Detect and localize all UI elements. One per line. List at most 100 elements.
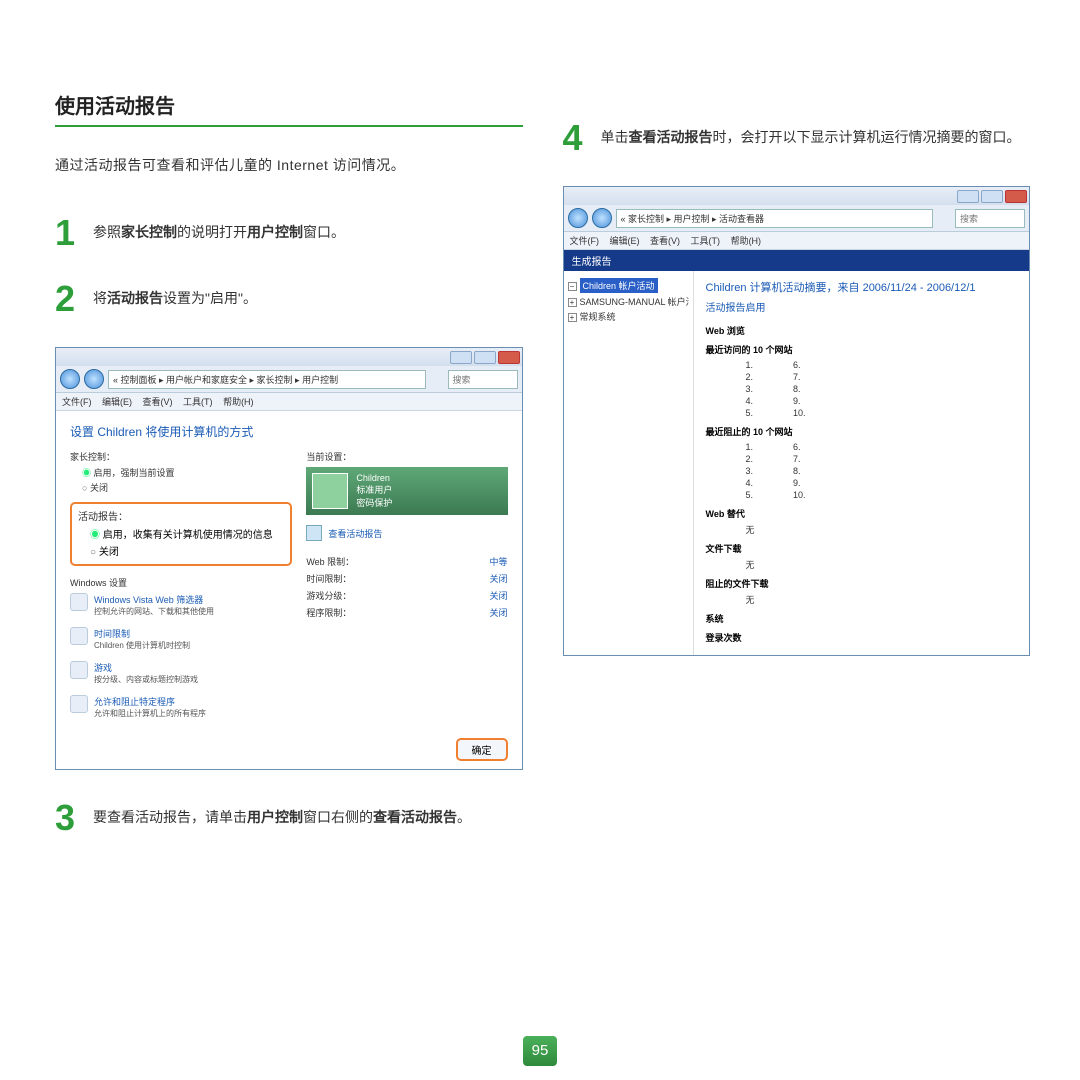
activity-report-label: 活动报告：: [78, 508, 284, 523]
current-settings-label: 当前设置：: [306, 450, 507, 463]
minimize-button[interactable]: [450, 351, 472, 364]
tree-node[interactable]: −Children 帐户活动: [568, 277, 689, 294]
menu-bar: 文件(F) 编辑(E) 查看(V) 工具(T) 帮助(H): [564, 232, 1030, 250]
game-rating-label: 游戏分级：: [306, 589, 351, 602]
nav-bar: « 家长控制 ▸ 用户控制 ▸ 活动查看器 搜索: [564, 205, 1030, 232]
menu-edit[interactable]: 编辑(E): [102, 397, 132, 407]
radio-parental-off[interactable]: 关闭: [82, 481, 292, 494]
user-type: 标准用户: [356, 483, 392, 496]
maximize-button[interactable]: [981, 190, 1003, 203]
close-button[interactable]: [498, 351, 520, 364]
user-controls-window: « 控制面板 ▸ 用户帐户和家庭安全 ▸ 家长控制 ▸ 用户控制 搜索 文件(F…: [55, 347, 523, 770]
none-label: 无: [706, 593, 1018, 606]
program-restrict-label: 程序限制：: [306, 606, 351, 619]
system-section: 系统: [706, 612, 1018, 625]
menu-view[interactable]: 查看(V): [650, 236, 680, 246]
report-title: Children 计算机活动摘要，来自 2006/11/24 - 2006/12…: [706, 279, 1018, 295]
games-link[interactable]: 游戏按分级、内容或标题控制游戏: [70, 661, 292, 685]
tree-node[interactable]: +SAMSUNG-MANUAL 帐户活动: [568, 294, 689, 309]
web-restrict-label: Web 限制：: [306, 555, 354, 568]
blocked-downloads-section: 阻止的文件下载: [706, 577, 1018, 590]
blocked-sites-section: 最近阻止的 10 个网站: [706, 425, 1018, 438]
program-restrict-value[interactable]: 关闭: [489, 606, 507, 619]
web-restrict-value[interactable]: 中等: [489, 555, 507, 568]
radio-report-on[interactable]: 启用，收集有关计算机使用情况的信息: [90, 526, 284, 541]
forward-button[interactable]: [592, 208, 612, 228]
parental-control-label: 家长控制：: [70, 450, 292, 463]
blocked-sites-list: 1. 2. 3. 4. 5. 6. 7. 8. 9. 10.: [706, 441, 1018, 501]
top-sites-list: 1. 2. 3. 4. 5. 6. 7. 8. 9. 10.: [706, 359, 1018, 419]
section-heading: 使用活动报告: [55, 90, 523, 127]
step-number: 1: [55, 215, 81, 251]
logon-section: 登录次数: [706, 631, 1018, 644]
menu-view[interactable]: 查看(V): [143, 397, 173, 407]
tree-node[interactable]: +常规系统: [568, 309, 689, 324]
report-tree: −Children 帐户活动 +SAMSUNG-MANUAL 帐户活动 +常规系…: [564, 271, 694, 655]
report-panel: Children 计算机活动摘要，来自 2006/11/24 - 2006/12…: [694, 271, 1030, 655]
activity-report-highlight: 活动报告： 启用，收集有关计算机使用情况的信息 关闭: [70, 502, 292, 566]
titlebar: [56, 348, 522, 366]
game-icon: [70, 661, 88, 679]
config-title: 设置 Children 将使用计算机的方式: [70, 423, 508, 440]
time-limit-link[interactable]: 时间限制Children 使用计算机时控制: [70, 627, 292, 651]
report-subtitle: 活动报告启用: [706, 299, 1018, 314]
menu-file[interactable]: 文件(F): [62, 397, 92, 407]
avatar: [312, 473, 348, 509]
intro-text: 通过活动报告可查看和评估儿童的 Internet 访问情况。: [55, 155, 523, 175]
menu-bar: 文件(F) 编辑(E) 查看(V) 工具(T) 帮助(H): [56, 393, 522, 411]
web-override-section: Web 替代: [706, 507, 1018, 520]
window-body: 设置 Children 将使用计算机的方式 家长控制： 启用，强制当前设置 关闭…: [56, 411, 522, 769]
game-rating-value[interactable]: 关闭: [489, 589, 507, 602]
search-input[interactable]: 搜索: [448, 370, 518, 389]
generate-report-bar[interactable]: 生成报告: [564, 250, 1030, 271]
step-text: 将活动报告设置为"启用"。: [93, 281, 257, 309]
menu-tools[interactable]: 工具(T): [691, 236, 721, 246]
step-text: 参照家长控制的说明打开用户控制窗口。: [93, 215, 345, 243]
globe-icon: [70, 593, 88, 611]
step-number: 2: [55, 281, 81, 317]
menu-edit[interactable]: 编辑(E): [610, 236, 640, 246]
none-label: 无: [706, 523, 1018, 536]
nav-bar: « 控制面板 ▸ 用户帐户和家庭安全 ▸ 家长控制 ▸ 用户控制 搜索: [56, 366, 522, 393]
program-icon: [70, 695, 88, 713]
user-protection: 密码保护: [356, 496, 392, 509]
none-label: 无: [706, 558, 1018, 571]
step-2: 2 将活动报告设置为"启用"。: [55, 281, 523, 317]
user-card: Children 标准用户 密码保护: [306, 467, 507, 515]
step-4: 4 单击查看活动报告时，会打开以下显示计算机运行情况摘要的窗口。: [563, 120, 1031, 156]
radio-parental-on[interactable]: 启用，强制当前设置: [82, 466, 292, 479]
report-icon: [306, 525, 322, 541]
step-3: 3 要查看活动报告，请单击用户控制窗口右侧的查看活动报告。: [55, 800, 523, 836]
maximize-button[interactable]: [474, 351, 496, 364]
activity-viewer-window: « 家长控制 ▸ 用户控制 ▸ 活动查看器 搜索 文件(F) 编辑(E) 查看(…: [563, 186, 1031, 656]
ok-button[interactable]: 确定: [456, 738, 508, 761]
back-button[interactable]: [568, 208, 588, 228]
menu-file[interactable]: 文件(F): [570, 236, 600, 246]
downloads-section: 文件下载: [706, 542, 1018, 555]
web-filter-link[interactable]: Windows Vista Web 筛选器控制允许的网站、下载和其他使用: [70, 593, 292, 617]
breadcrumb[interactable]: « 控制面板 ▸ 用户帐户和家庭安全 ▸ 家长控制 ▸ 用户控制: [108, 370, 426, 389]
page-number: 95: [523, 1036, 557, 1066]
close-button[interactable]: [1005, 190, 1027, 203]
menu-help[interactable]: 帮助(H): [731, 236, 762, 246]
search-input[interactable]: 搜索: [955, 209, 1025, 228]
breadcrumb[interactable]: « 家长控制 ▸ 用户控制 ▸ 活动查看器: [616, 209, 934, 228]
step-text: 单击查看活动报告时，会打开以下显示计算机运行情况摘要的窗口。: [601, 120, 1021, 148]
web-browsing-section: Web 浏览: [706, 324, 1018, 337]
clock-icon: [70, 627, 88, 645]
step-text: 要查看活动报告，请单击用户控制窗口右侧的查看活动报告。: [93, 800, 471, 828]
menu-tools[interactable]: 工具(T): [183, 397, 213, 407]
step-number: 4: [563, 120, 589, 156]
minimize-button[interactable]: [957, 190, 979, 203]
radio-report-off[interactable]: 关闭: [90, 543, 284, 558]
top-sites-section: 最近访问的 10 个网站: [706, 343, 1018, 356]
forward-button[interactable]: [84, 369, 104, 389]
menu-help[interactable]: 帮助(H): [223, 397, 254, 407]
user-name: Children: [356, 473, 392, 483]
programs-link[interactable]: 允许和阻止特定程序允许和阻止计算机上的所有程序: [70, 695, 292, 719]
step-number: 3: [55, 800, 81, 836]
back-button[interactable]: [60, 369, 80, 389]
time-restrict-value[interactable]: 关闭: [489, 572, 507, 585]
view-activity-report-link[interactable]: 查看活动报告: [306, 525, 507, 541]
titlebar: [564, 187, 1030, 205]
